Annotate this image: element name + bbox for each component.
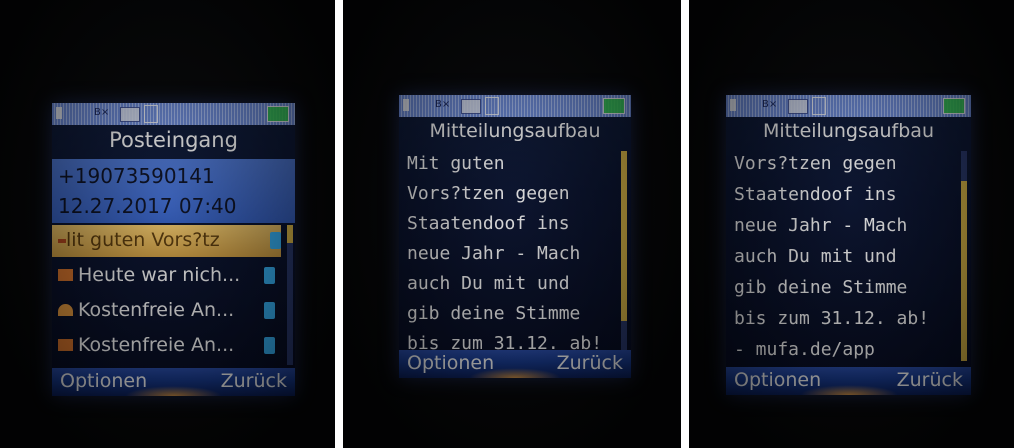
- sender-number: +19073590141: [58, 164, 215, 188]
- message-list-item[interactable]: Heute war nich...: [52, 261, 281, 291]
- scrollbar-thumb[interactable]: [961, 181, 967, 361]
- phone-icon: [264, 337, 275, 354]
- message-line: gib deine Stimme: [407, 303, 581, 324]
- back-softkey[interactable]: Zurück: [221, 370, 287, 392]
- network-icon: [812, 97, 826, 115]
- sim-icon: [730, 99, 736, 111]
- photo-panel-inbox: B× Posteingang +19073590141 12.27.2017 0…: [0, 0, 335, 448]
- phone-screen-inbox: B× Posteingang +19073590141 12.27.2017 0…: [52, 103, 295, 396]
- screen-title: Mitteilungsaufbau: [429, 120, 601, 142]
- screen-title: Mitteilungsaufbau: [763, 120, 934, 142]
- scrollbar-thumb[interactable]: [287, 225, 293, 243]
- battery-icon: [267, 106, 289, 122]
- network-icon: [144, 105, 158, 123]
- bx-icon: B×: [435, 99, 451, 110]
- message-line: auch Du mit und: [407, 273, 570, 294]
- scrollbar[interactable]: [621, 151, 627, 351]
- message-line: Mit guten: [407, 153, 505, 174]
- message-line: neue Jahr - Mach: [407, 243, 581, 264]
- scrollbar[interactable]: [961, 151, 967, 361]
- selected-message-header[interactable]: +19073590141 12.27.2017 07:40: [52, 159, 295, 223]
- message-line: Vors?tzen gegen: [734, 153, 897, 174]
- network-icon: [485, 97, 499, 115]
- photo-panel-message-2: B× Mitteilungsaufbau Vors?tzen gegen Sta…: [689, 0, 1014, 448]
- battery-icon: [943, 98, 965, 114]
- battery-icon: [603, 98, 625, 114]
- message-line: neue Jahr - Mach: [734, 215, 908, 236]
- envelope-icon: [58, 339, 73, 351]
- message-line: - mufa.de/app: [734, 339, 875, 360]
- options-softkey[interactable]: Optionen: [407, 352, 494, 374]
- list-item-label: Kostenfreie An...: [78, 299, 235, 321]
- message-line: Staatendoof ins: [734, 184, 897, 205]
- message-list-item-selected[interactable]: lit guten Vors?tz: [52, 225, 281, 257]
- status-bar: B×: [52, 103, 295, 125]
- scrollbar-thumb[interactable]: [621, 151, 627, 321]
- envelope-icon: [58, 269, 73, 281]
- bx-icon: B×: [94, 107, 110, 118]
- sim-icon: [56, 107, 62, 119]
- phone-icon: [264, 267, 275, 284]
- message-line: Staatendoof ins: [407, 213, 570, 234]
- message-list-item[interactable]: Kostenfreie An...: [52, 331, 281, 361]
- softkey-bar: Optionen Zurück: [726, 367, 971, 395]
- list-item-label: Heute war nich...: [78, 264, 241, 286]
- message-list-item[interactable]: Kostenfreie An...: [52, 296, 281, 326]
- softkey-bar: Optionen Zurück: [52, 368, 295, 396]
- photo-panel-message-1: B× Mitteilungsaufbau Mit guten Vors?tzen…: [343, 0, 681, 448]
- phone-screen-message-scrolled: B× Mitteilungsaufbau Vors?tzen gegen Sta…: [726, 95, 971, 395]
- phone-screen-message: B× Mitteilungsaufbau Mit guten Vors?tzen…: [399, 95, 631, 378]
- message-line: bis zum 31.12. ab!: [734, 308, 930, 329]
- bx-icon: B×: [762, 99, 778, 110]
- message-datetime: 12.27.2017 07:40: [58, 194, 237, 218]
- options-softkey[interactable]: Optionen: [60, 370, 147, 392]
- message-line: auch Du mit und: [734, 246, 897, 267]
- message-icon: [120, 107, 140, 122]
- envelope-icon: [58, 239, 66, 243]
- phone-icon: [270, 232, 281, 249]
- list-item-label: Kostenfreie An...: [78, 334, 235, 356]
- list-item-label: lit guten Vors?tz: [66, 229, 220, 251]
- back-softkey[interactable]: Zurück: [557, 352, 623, 374]
- screen-title: Posteingang: [109, 128, 238, 152]
- options-softkey[interactable]: Optionen: [734, 369, 821, 391]
- back-softkey[interactable]: Zurück: [897, 369, 963, 391]
- status-bar: B×: [399, 95, 631, 117]
- message-line: gib deine Stimme: [734, 277, 908, 298]
- softkey-bar: Optionen Zurück: [399, 350, 631, 378]
- phone-icon: [264, 302, 275, 319]
- message-icon: [788, 99, 808, 114]
- scrollbar[interactable]: [287, 225, 293, 365]
- sim-icon: [403, 99, 409, 111]
- message-icon: [461, 99, 481, 114]
- envelope-icon: [58, 304, 73, 316]
- status-bar: B×: [726, 95, 971, 117]
- message-line: Vors?tzen gegen: [407, 183, 570, 204]
